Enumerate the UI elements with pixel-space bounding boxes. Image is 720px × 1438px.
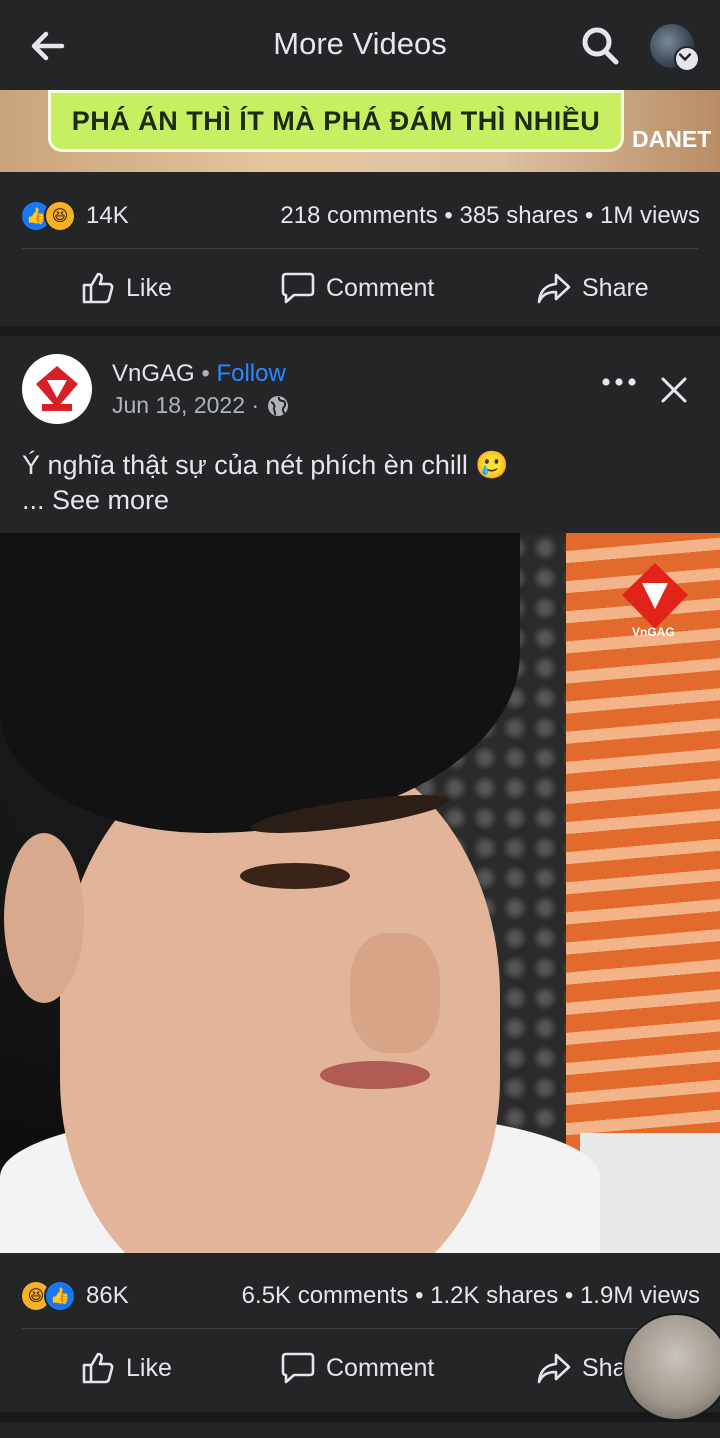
thumbs-up-icon (82, 1352, 114, 1384)
post-separator (0, 326, 720, 336)
like-label: Like (126, 1353, 172, 1382)
like-button[interactable]: Like (80, 1350, 172, 1386)
reactions-summary[interactable]: 👍 😆 14K (20, 200, 129, 232)
search-icon[interactable] (580, 24, 620, 68)
share-button[interactable]: Sha (536, 1350, 626, 1386)
divider (22, 1328, 698, 1329)
post-stats: 😆 👍 86K 6.5K comments • 1.2K shares • 1.… (20, 1266, 700, 1326)
floating-video-bubble[interactable] (622, 1313, 720, 1421)
reactions-count: 86K (86, 1282, 129, 1309)
top-bar: More Videos (0, 0, 720, 90)
post-header: VnGAG • Follow Jun 18, 2022 · (0, 336, 720, 432)
comment-label: Comment (326, 273, 435, 302)
previous-video-thumbnail[interactable]: PHÁ ÁN THÌ ÍT MÀ PHÁ ĐÁM THÌ NHIỀU DANET (0, 90, 720, 172)
window-light (580, 1133, 720, 1253)
reactions-summary[interactable]: 😆 👍 86K (20, 1280, 129, 1312)
engagement-stats[interactable]: 218 comments • 385 shares • 1M views (280, 202, 700, 230)
video-watermark: VnGAG (632, 625, 675, 639)
share-arrow-icon (537, 273, 571, 304)
post-meta: Jun 18, 2022 · (112, 392, 289, 419)
page-avatar[interactable] (22, 354, 92, 424)
share-arrow-icon (537, 1353, 571, 1384)
chevron-down-icon (674, 46, 700, 72)
post-actions: Like Comment Sha (0, 1332, 720, 1408)
comment-label: Comment (326, 1353, 435, 1382)
like-button[interactable]: Like (80, 270, 172, 306)
engagement-stats[interactable]: 6.5K comments • 1.2K shares • 1.9M views (242, 1282, 700, 1310)
post-date[interactable]: Jun 18, 2022 · (112, 392, 259, 419)
reactions-count: 14K (86, 202, 129, 229)
share-label: Sha (582, 1353, 627, 1382)
person-eye (240, 863, 350, 889)
previous-post-stats: 👍 😆 14K 218 comments • 385 shares • 1M v… (20, 186, 700, 246)
like-reaction-icon: 👍 (44, 1280, 76, 1312)
close-icon[interactable] (658, 374, 690, 406)
person-ear (4, 833, 84, 1003)
page-name[interactable]: VnGAG (112, 360, 195, 387)
share-button[interactable]: Share (536, 270, 649, 306)
video-watermark: DANET (632, 126, 712, 152)
post-text-block: Ý nghĩa thật sự của nét phích èn chill 🥲… (22, 448, 509, 518)
comment-bubble-icon (281, 272, 315, 304)
see-more-link[interactable]: ... See more (22, 483, 509, 518)
video-caption-box: PHÁ ÁN THÌ ÍT MÀ PHÁ ĐÁM THÌ NHIỀU (48, 90, 624, 152)
page-name-line: VnGAG • Follow (112, 360, 286, 388)
more-horizontal-icon[interactable] (600, 372, 638, 392)
globe-icon (268, 395, 289, 416)
previous-post-actions: Like Comment Share (0, 252, 720, 328)
comment-button[interactable]: Comment (280, 270, 434, 306)
comment-button[interactable]: Comment (280, 1350, 434, 1386)
profile-avatar[interactable] (650, 24, 700, 72)
post-separator (0, 1412, 720, 1422)
divider (22, 248, 698, 249)
post-caption: Ý nghĩa thật sự của nét phích èn chill 🥲 (22, 450, 509, 480)
comment-bubble-icon (281, 1352, 315, 1384)
video-caption: PHÁ ÁN THÌ ÍT MÀ PHÁ ĐÁM THÌ NHIỀU (71, 106, 601, 136)
like-label: Like (126, 273, 172, 302)
post-video[interactable]: VnGAG (0, 533, 720, 1253)
share-label: Share (582, 273, 649, 302)
vngag-logo-icon (36, 366, 78, 411)
vngag-watermark-icon (622, 563, 688, 629)
person-mouth (320, 1061, 430, 1089)
name-separator: • (201, 360, 210, 387)
follow-button[interactable]: Follow (216, 360, 285, 387)
thumbs-up-icon (82, 272, 114, 304)
haha-reaction-icon: 😆 (44, 200, 76, 232)
person-nose (350, 933, 440, 1053)
